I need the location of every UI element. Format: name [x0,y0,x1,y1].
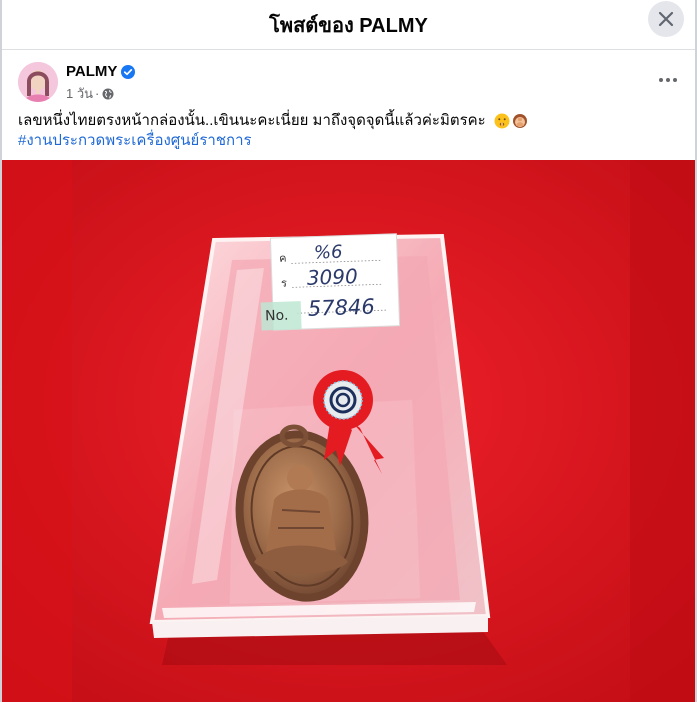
post-text: เลขหนึ่งไทยตรงหน้ากล่องนั้น..เขินนะคะเนี… [18,111,681,131]
post-timestamp[interactable]: 1 วัน [66,83,93,104]
avatar-image [18,62,58,102]
dialog-header: โพสต์ของ PALMY [2,0,695,50]
dialog-title: โพสต์ของ PALMY [269,15,428,37]
close-button[interactable] [648,1,684,37]
card-row3-value: 57846 [308,295,376,321]
amulet-photo: ค %6 ร 3090 No. 57846 [2,160,695,702]
post-photo[interactable]: ค %6 ร 3090 No. 57846 [2,160,695,702]
more-dots-icon [659,78,677,82]
shushing-face-icon [494,113,510,129]
close-icon [658,11,674,27]
card-row1-prefix: ค [279,252,287,265]
post-meta: 1 วัน · [66,83,114,104]
avatar[interactable] [18,62,58,102]
verified-badge-icon [121,64,136,79]
person-facepalming-icon [512,114,527,129]
author-name[interactable]: PALMY [66,63,117,80]
more-options-button[interactable] [657,70,679,90]
emoji-row [494,113,528,129]
globe-icon [102,88,114,99]
card-row3-prefix: No. [265,308,289,325]
post-caption: เลขหนึ่งไทยตรงหน้ากล่องนั้น..เขินนะคะเนี… [18,112,486,129]
hashtag-link[interactable]: #งานประกวดพระเครื่องศูนย์ราชการ [18,131,252,151]
card-row2-prefix: ร [281,277,287,290]
meta-separator: · [95,86,100,101]
author-line: PALMY [66,63,136,80]
card-row1-value: %6 [314,242,343,264]
card-row2-value: 3090 [306,264,358,290]
